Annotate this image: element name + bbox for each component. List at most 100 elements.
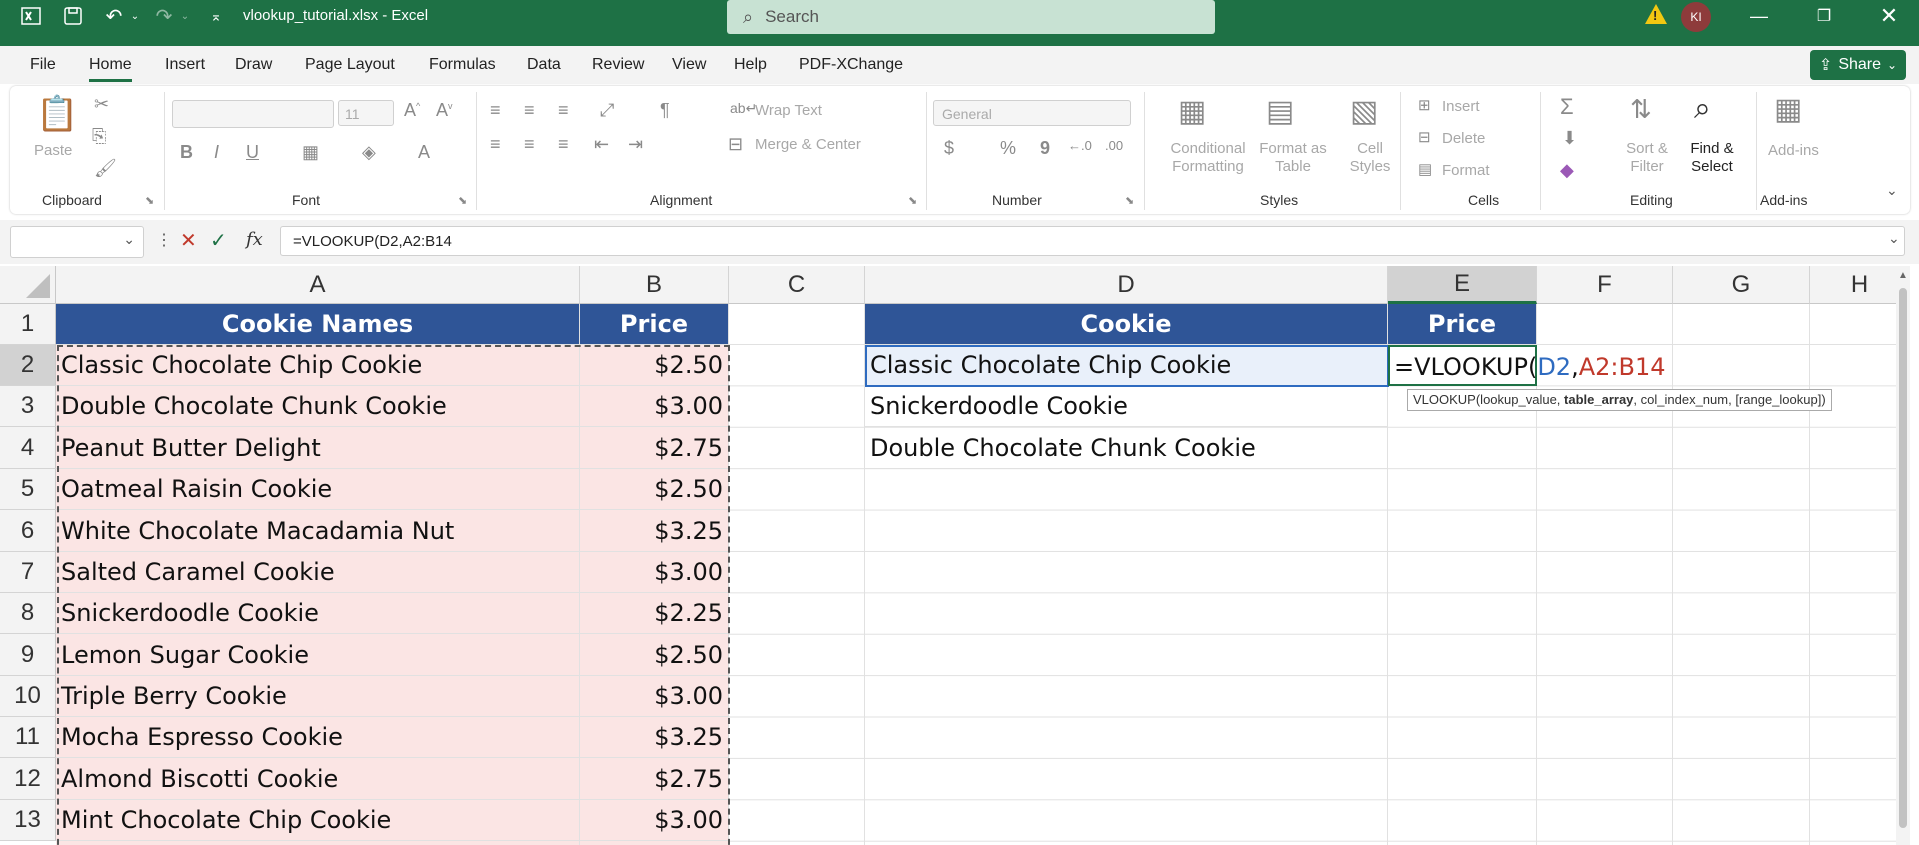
save-icon[interactable] (60, 0, 86, 32)
row-header[interactable]: 7 (0, 552, 56, 593)
share-button[interactable]: ⇪ Share ⌄ (1810, 50, 1906, 80)
undo-icon[interactable]: ↶ (100, 0, 128, 32)
table-header-price[interactable]: Price (1388, 304, 1537, 345)
enter-icon[interactable]: ✓ (210, 228, 227, 253)
name-box[interactable]: ⌄ (10, 226, 144, 258)
number-format-select[interactable]: General (933, 100, 1131, 126)
align-left-icon[interactable]: ≡ (490, 134, 501, 155)
increase-indent-icon[interactable]: ⇥ (628, 134, 643, 155)
table-header-price[interactable]: Price (580, 304, 729, 345)
vertical-scrollbar[interactable]: ▲ (1896, 266, 1910, 845)
find-select-button[interactable]: Find & Select (1682, 140, 1742, 176)
column-header-e[interactable]: E (1388, 266, 1537, 304)
decrease-indent-icon[interactable]: ⇤ (594, 134, 609, 155)
row-header[interactable]: 6 (0, 510, 56, 552)
add-ins-button[interactable]: Add-ins (1768, 142, 1819, 159)
wrap-text-icon[interactable]: ab↵ (730, 100, 757, 117)
conditional-formatting-button[interactable]: Conditional Formatting (1158, 140, 1258, 176)
column-header-h[interactable]: H (1810, 266, 1910, 304)
align-top-icon[interactable]: ≡ (490, 100, 501, 121)
comma-style-button[interactable]: 9 (1040, 138, 1050, 159)
column-header-c[interactable]: C (729, 266, 865, 304)
tab-home[interactable]: Home (89, 56, 132, 82)
fill-color-icon[interactable]: ◈ (362, 142, 376, 163)
copy-icon[interactable]: ⎘ (92, 126, 106, 147)
tab-view[interactable]: View (672, 56, 706, 74)
underline-button[interactable]: U (246, 142, 259, 163)
format-cells-icon[interactable]: ▤ (1418, 160, 1432, 178)
sort-filter-icon[interactable]: ⇅ (1630, 94, 1652, 125)
tab-insert[interactable]: Insert (165, 56, 205, 74)
conditional-formatting-icon[interactable]: ▦ (1178, 94, 1206, 129)
decrease-font-icon[interactable]: Av (436, 100, 453, 121)
increase-font-icon[interactable]: A^ (404, 100, 420, 121)
table-header-cookie-names[interactable]: Cookie Names (56, 304, 580, 345)
align-bottom-icon[interactable]: ≡ (558, 100, 569, 121)
select-all-corner[interactable] (0, 266, 56, 304)
customize-toolbar-icon[interactable]: ⌅ (206, 0, 226, 32)
search-box[interactable]: ⌕ Search (727, 0, 1215, 34)
align-center-icon[interactable]: ≡ (524, 134, 535, 155)
decrease-decimal-icon[interactable]: .00 (1105, 138, 1123, 153)
table-row-lookup[interactable]: Double Chocolate Chunk Cookie (865, 427, 1388, 469)
currency-button[interactable]: $ (944, 138, 954, 159)
dialog-launcher-icon[interactable]: ⬊ (908, 194, 917, 207)
formula-input[interactable]: =VLOOKUP(D2,A2:B14 (280, 226, 1905, 256)
insert-cells-icon[interactable]: ⊞ (1418, 96, 1431, 114)
row-header[interactable]: 10 (0, 676, 56, 717)
tab-page-layout[interactable]: Page Layout (305, 56, 395, 74)
cancel-icon[interactable]: ✕ (180, 228, 197, 253)
row-header[interactable]: 2 (0, 345, 56, 386)
add-ins-icon[interactable]: ▦ (1774, 92, 1802, 127)
avatar[interactable]: KI (1681, 2, 1711, 32)
column-header-a[interactable]: A (56, 266, 580, 304)
align-right-icon[interactable]: ≡ (558, 134, 569, 155)
format-as-table-icon[interactable]: ▤ (1266, 94, 1294, 129)
column-header-d[interactable]: D (865, 266, 1388, 304)
row-header[interactable]: 4 (0, 427, 56, 469)
fill-icon[interactable]: ⬇ (1562, 128, 1577, 149)
column-header-b[interactable]: B (580, 266, 729, 304)
insert-button[interactable]: Insert (1442, 98, 1480, 115)
delete-button[interactable]: Delete (1442, 130, 1485, 147)
borders-icon[interactable]: ▦ (302, 142, 319, 163)
sort-filter-button[interactable]: Sort & Filter (1622, 140, 1672, 176)
tab-draw[interactable]: Draw (235, 56, 272, 74)
percent-button[interactable]: % (1000, 138, 1016, 159)
row-header[interactable]: 12 (0, 758, 56, 800)
delete-cells-icon[interactable]: ⊟ (1418, 128, 1431, 146)
format-as-table-button[interactable]: Format as Table (1256, 140, 1330, 176)
undo-dropdown-icon[interactable]: ⌄ (128, 0, 142, 32)
row-header[interactable]: 5 (0, 469, 56, 510)
align-middle-icon[interactable]: ≡ (524, 100, 535, 121)
cell-styles-button[interactable]: Cell Styles (1342, 140, 1398, 176)
row-header[interactable]: 3 (0, 386, 56, 427)
cut-icon[interactable]: ✂ (94, 94, 109, 115)
redo-icon[interactable]: ↷ (150, 0, 178, 32)
format-button[interactable]: Format (1442, 162, 1490, 179)
redo-dropdown-icon[interactable]: ⌄ (178, 0, 192, 32)
row-header[interactable]: 9 (0, 634, 56, 676)
tab-help[interactable]: Help (734, 56, 767, 74)
font-color-icon[interactable]: A (418, 142, 430, 163)
tab-data[interactable]: Data (527, 56, 561, 74)
table-header-cookie[interactable]: Cookie (865, 304, 1388, 345)
column-header-f[interactable]: F (1537, 266, 1673, 304)
column-header-g[interactable]: G (1673, 266, 1810, 304)
clear-icon[interactable]: ◆ (1560, 160, 1574, 181)
expand-formula-bar-icon[interactable]: ⌄ (1888, 230, 1900, 247)
italic-button[interactable]: I (214, 142, 219, 163)
scrollbar-thumb[interactable] (1899, 288, 1907, 828)
row-header[interactable]: 13 (0, 800, 56, 841)
merge-center-icon[interactable]: ⊟ (728, 134, 743, 155)
font-size-select[interactable]: 11 (338, 100, 394, 126)
font-name-select[interactable] (172, 100, 334, 128)
row-header[interactable]: 8 (0, 593, 56, 634)
wrap-text-button[interactable]: Wrap Text (755, 102, 822, 119)
paste-icon[interactable]: 📋 (36, 94, 78, 134)
more-options-icon[interactable]: ⋮ (156, 230, 172, 250)
tab-file[interactable]: File (30, 56, 56, 74)
merge-center-button[interactable]: Merge & Center (755, 136, 861, 153)
cell-styles-icon[interactable]: ▧ (1350, 94, 1378, 129)
warning-icon[interactable]: ! (1645, 4, 1667, 24)
